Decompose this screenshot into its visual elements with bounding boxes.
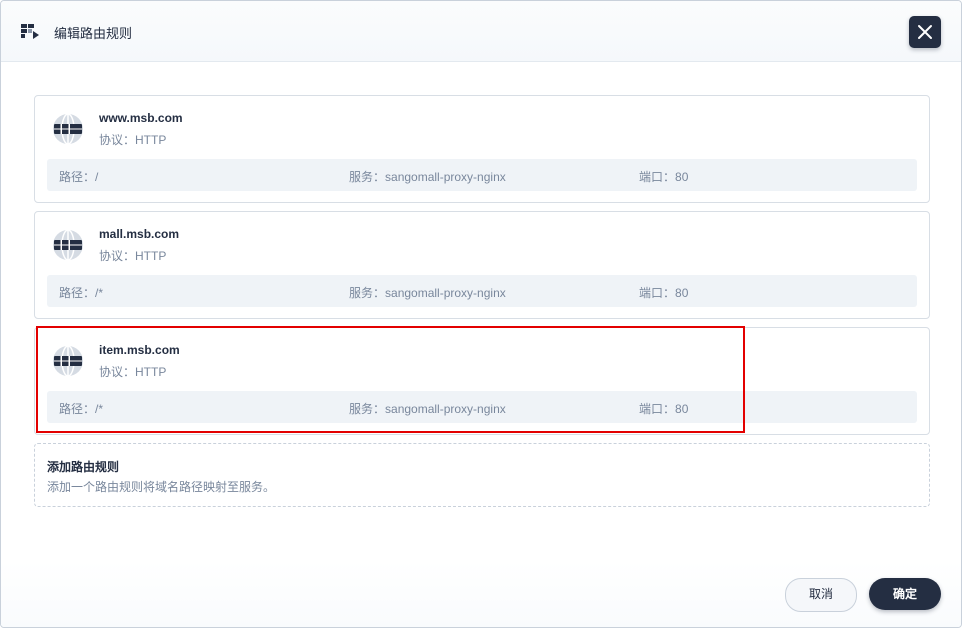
rule-service: 服务：sangomall-proxy-nginx xyxy=(349,400,506,417)
port-value: 80 xyxy=(675,402,689,416)
dialog-title: 编辑路由规则 xyxy=(54,26,133,41)
rule-port: 端口：80 xyxy=(639,168,688,185)
edit-route-rules-dialog: 编辑路由规则 www.msb.com 协议：HTTP 路径：/ 服务：sango… xyxy=(0,0,962,628)
path-value: /* xyxy=(95,402,104,416)
cancel-button[interactable]: 取消 xyxy=(785,578,857,612)
rule-host: item.msb.com xyxy=(99,343,180,357)
rule-info-bar: 路径：/ 服务：sangomall-proxy-nginx 端口：80 xyxy=(47,159,917,191)
close-icon xyxy=(918,25,932,39)
rule-port: 端口：80 xyxy=(639,284,688,301)
protocol-label: 协议： xyxy=(99,133,136,147)
port-value: 80 xyxy=(675,286,689,300)
protocol-value: HTTP xyxy=(135,133,167,147)
dialog-header: 编辑路由规则 xyxy=(1,1,961,62)
rule-card[interactable]: item.msb.com 协议：HTTP 路径：/* 服务：sangomall-… xyxy=(34,327,930,435)
rule-card[interactable]: mall.msb.com 协议：HTTP 路径：/* 服务：sangomall-… xyxy=(34,211,930,319)
rule-info-bar: 路径：/* 服务：sangomall-proxy-nginx 端口：80 xyxy=(47,275,917,307)
service-label: 服务： xyxy=(349,286,386,300)
service-value: sangomall-proxy-nginx xyxy=(385,170,506,184)
path-label: 路径： xyxy=(59,170,96,184)
protocol-value: HTTP xyxy=(135,365,167,379)
close-button[interactable] xyxy=(909,16,941,48)
port-value: 80 xyxy=(675,170,689,184)
port-label: 端口： xyxy=(639,402,676,416)
rule-path: 路径：/ xyxy=(59,168,98,185)
rule-path: 路径：/* xyxy=(59,400,103,417)
service-label: 服务： xyxy=(349,170,386,184)
rule-service: 服务：sangomall-proxy-nginx xyxy=(349,168,506,185)
protocol-value: HTTP xyxy=(135,249,167,263)
service-label: 服务： xyxy=(349,402,386,416)
add-rule-description: 添加一个路由规则将域名路径映射至服务。 xyxy=(47,480,276,494)
rule-protocol: 协议：HTTP xyxy=(99,247,166,264)
confirm-button[interactable]: 确定 xyxy=(869,578,941,610)
path-label: 路径： xyxy=(59,286,96,300)
add-route-rule-button[interactable]: 添加路由规则 添加一个路由规则将域名路径映射至服务。 xyxy=(34,443,930,507)
rule-port: 端口：80 xyxy=(639,400,688,417)
path-value: / xyxy=(95,170,99,184)
rule-host: mall.msb.com xyxy=(99,227,180,241)
rule-protocol: 协议：HTTP xyxy=(99,131,166,148)
rule-host: www.msb.com xyxy=(99,111,183,125)
protocol-label: 协议： xyxy=(99,249,136,263)
rule-card[interactable]: www.msb.com 协议：HTTP 路径：/ 服务：sangomall-pr… xyxy=(34,95,930,203)
rule-protocol: 协议：HTTP xyxy=(99,363,166,380)
rule-info-bar: 路径：/* 服务：sangomall-proxy-nginx 端口：80 xyxy=(47,391,917,423)
path-label: 路径： xyxy=(59,402,96,416)
service-value: sangomall-proxy-nginx xyxy=(385,402,506,416)
service-value: sangomall-proxy-nginx xyxy=(385,286,506,300)
rule-path: 路径：/* xyxy=(59,284,103,301)
add-rule-title: 添加路由规则 xyxy=(47,460,120,474)
dialog-footer: 取消 确定 xyxy=(1,561,961,627)
path-value: /* xyxy=(95,286,104,300)
protocol-label: 协议： xyxy=(99,365,136,379)
globe-icon xyxy=(53,345,83,377)
port-label: 端口： xyxy=(639,170,676,184)
port-label: 端口： xyxy=(639,286,676,300)
rule-service: 服务：sangomall-proxy-nginx xyxy=(349,284,506,301)
globe-icon xyxy=(53,229,83,261)
route-icon xyxy=(21,24,39,39)
globe-icon xyxy=(53,113,83,145)
